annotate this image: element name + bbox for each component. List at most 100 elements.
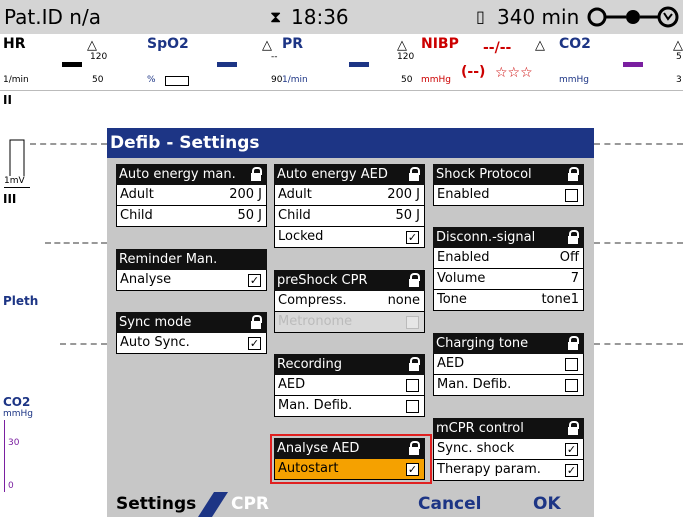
nibp-value: --/-- bbox=[483, 40, 512, 56]
ok-button[interactable]: OK bbox=[533, 492, 561, 517]
baseline-iii-right bbox=[594, 242, 683, 244]
clock-time: 18:36 bbox=[291, 5, 349, 29]
setting-auto-sync[interactable]: Auto Sync. ✓ bbox=[116, 333, 267, 354]
pr-value-dash bbox=[349, 62, 369, 67]
lock-icon bbox=[568, 421, 579, 435]
group-auto-energy-man: Auto energy man. Adult 200 J Child 50 J bbox=[116, 164, 267, 227]
lock-icon bbox=[251, 167, 262, 181]
bottom-softkey-bar: Settings CPR Cancel OK bbox=[0, 492, 683, 517]
co2-unit: mmHg bbox=[559, 75, 590, 85]
group-title: Recording bbox=[274, 354, 425, 375]
setting-analyse[interactable]: Analyse ✓ bbox=[116, 270, 267, 291]
ecg-lead-ii-label: II bbox=[3, 93, 12, 107]
nibp-mean: (--) bbox=[461, 64, 486, 80]
group-reminder-man: Reminder Man. Analyse ✓ bbox=[116, 249, 267, 291]
checkbox-unchecked[interactable] bbox=[406, 379, 419, 392]
baseline-pleth-right bbox=[594, 343, 683, 345]
co2-value-dash bbox=[623, 62, 643, 67]
alarm-icon: △ bbox=[87, 38, 97, 53]
dialog-title: Defib - Settings bbox=[107, 128, 594, 158]
setting-disconn-volume[interactable]: Volume 7 bbox=[433, 269, 584, 290]
setting-recording-aed[interactable]: AED bbox=[274, 375, 425, 396]
checkbox-checked[interactable]: ✓ bbox=[248, 337, 261, 350]
group-analyse-aed: Analyse AED Autostart ✓ bbox=[274, 438, 425, 480]
group-shock-protocol: Shock Protocol Enabled bbox=[433, 164, 584, 206]
setting-disconn-tone[interactable]: Tone tone1 bbox=[433, 290, 584, 311]
co2-label: CO2 bbox=[559, 36, 591, 52]
group-title: preShock CPR bbox=[274, 270, 425, 291]
setting-therapy-param[interactable]: Therapy param. ✓ bbox=[433, 460, 584, 481]
tab-cpr[interactable]: CPR bbox=[231, 492, 269, 517]
checkbox-unchecked[interactable] bbox=[406, 400, 419, 413]
checkbox-checked[interactable]: ✓ bbox=[406, 231, 419, 244]
group-title: Analyse AED bbox=[274, 438, 425, 459]
group-title: Disconn.-signal bbox=[433, 227, 584, 248]
perfusion-bar bbox=[165, 76, 189, 86]
setting-disconn-enabled[interactable]: Enabled Off bbox=[433, 248, 584, 269]
hr-unit: 1/min bbox=[3, 75, 29, 85]
checkbox-unchecked[interactable] bbox=[565, 358, 578, 371]
setting-autostart[interactable]: Autostart ✓ bbox=[274, 459, 425, 480]
group-title: Charging tone bbox=[433, 333, 584, 354]
checkbox-checked[interactable]: ✓ bbox=[248, 274, 261, 287]
lock-icon bbox=[568, 230, 579, 244]
pr-unit: 1/min bbox=[282, 75, 308, 85]
group-mcpr-control: mCPR control Sync. shock ✓ Therapy param.… bbox=[433, 418, 584, 481]
patient-id: Pat.ID n/a bbox=[4, 5, 101, 29]
co2-param[interactable]: CO2 mmHg △ 5 3 bbox=[555, 34, 683, 90]
lock-icon bbox=[409, 441, 420, 455]
alarm-icon: △ bbox=[673, 38, 683, 53]
spo2-value-dash bbox=[217, 62, 237, 67]
group-disconn-signal: Disconn.-signal Enabled Off Volume 7 Tone t… bbox=[433, 227, 584, 311]
setting-aed-child-energy[interactable]: Child 50 J bbox=[274, 206, 425, 227]
setting-charging-aed[interactable]: AED bbox=[433, 354, 584, 375]
nibp-label: NIBP bbox=[421, 36, 459, 52]
checkbox-checked[interactable]: ✓ bbox=[406, 463, 419, 476]
baseline-iii bbox=[45, 242, 107, 244]
nibp-param[interactable]: NIBP mmHg --/-- △ (--) ☆☆☆ bbox=[417, 34, 555, 90]
spo2-param[interactable]: SpO2 % △ -- 90 bbox=[107, 34, 282, 90]
setting-child-energy[interactable]: Child 50 J bbox=[116, 206, 267, 227]
setting-shock-protocol-enabled[interactable]: Enabled bbox=[433, 185, 584, 206]
setting-adult-energy[interactable]: Adult 200 J bbox=[116, 185, 267, 206]
setting-aed-adult-energy[interactable]: Adult 200 J bbox=[274, 185, 425, 206]
group-title: Auto energy man. bbox=[116, 164, 267, 185]
pleth-label: Pleth bbox=[3, 294, 39, 308]
baseline-ii bbox=[30, 143, 107, 145]
setting-recording-man-defib[interactable]: Man. Defib. bbox=[274, 396, 425, 417]
checkbox-checked[interactable]: ✓ bbox=[565, 443, 578, 456]
group-preshock-cpr: preShock CPR Compress. none Metronome bbox=[274, 270, 425, 333]
pr-label: PR bbox=[282, 36, 304, 52]
setting-sync-shock[interactable]: Sync. shock ✓ bbox=[433, 439, 584, 460]
spo2-label: SpO2 bbox=[147, 36, 189, 52]
group-title: mCPR control bbox=[433, 418, 584, 439]
battery-time: 340 min bbox=[497, 5, 580, 29]
tab-separator bbox=[198, 492, 228, 517]
ecg-scale-label: 1mV bbox=[4, 176, 25, 186]
setting-aed-locked[interactable]: Locked ✓ bbox=[274, 227, 425, 248]
setting-compress[interactable]: Compress. none bbox=[274, 291, 425, 312]
parameter-strip: HR 1/min △ 120 50 SpO2 % △ -- 90 PR 1/mi… bbox=[0, 34, 683, 91]
checkbox-unchecked[interactable] bbox=[565, 379, 578, 392]
pr-param[interactable]: PR 1/min △ 120 50 bbox=[279, 34, 417, 90]
alarm-icon: △ bbox=[535, 38, 545, 53]
group-title: Auto energy AED bbox=[274, 164, 425, 185]
nibp-quality-stars: ☆☆☆ bbox=[495, 65, 533, 81]
lock-icon bbox=[568, 336, 579, 350]
calibration-pulse bbox=[9, 139, 25, 176]
checkbox-checked[interactable]: ✓ bbox=[565, 464, 578, 477]
tab-settings[interactable]: Settings bbox=[107, 492, 207, 517]
checkbox-disabled bbox=[406, 316, 419, 329]
checkbox-unchecked[interactable] bbox=[565, 189, 578, 202]
lock-icon bbox=[409, 273, 420, 287]
battery-icon: ▯ bbox=[476, 7, 485, 26]
lock-icon bbox=[568, 167, 579, 181]
lock-icon bbox=[251, 315, 262, 329]
baseline-pleth bbox=[60, 343, 107, 345]
hr-param[interactable]: HR 1/min △ 120 50 bbox=[0, 34, 107, 90]
cancel-button[interactable]: Cancel bbox=[418, 492, 481, 517]
status-bar: Pat.ID n/a ⧗ 18:36 ▯ 340 min bbox=[0, 0, 683, 34]
alarm-icon: △ bbox=[262, 38, 272, 53]
setting-charging-man-defib[interactable]: Man. Defib. bbox=[433, 375, 584, 396]
group-recording: Recording AED Man. Defib. bbox=[274, 354, 425, 417]
